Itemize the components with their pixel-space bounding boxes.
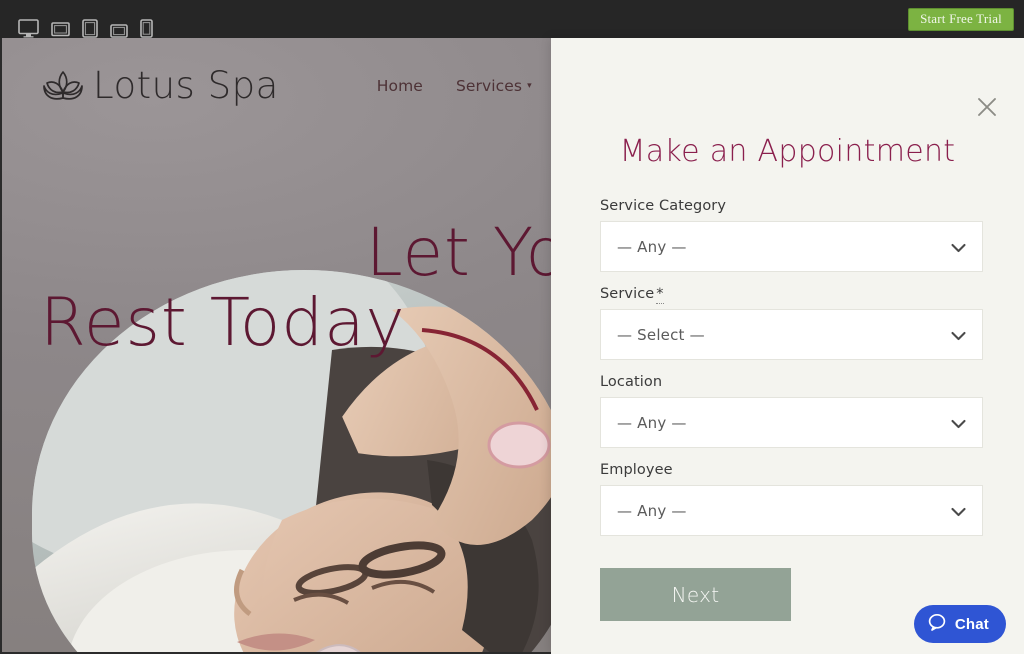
appointment-form: Service Category — Any — Service * — Sele… xyxy=(600,198,983,621)
chat-label: Chat xyxy=(954,615,989,633)
next-button[interactable]: Next xyxy=(600,568,791,621)
chevron-down-icon xyxy=(951,416,966,434)
site-logo-text: Lotus Spa xyxy=(93,63,279,107)
location-select[interactable]: — Any — xyxy=(600,397,983,448)
nav-item-services-label: Services xyxy=(455,76,523,95)
app-screen: Start Free Trial Lotus Spa Home Services… xyxy=(0,0,1024,654)
device-preview-group xyxy=(0,0,153,38)
appointment-panel: Make an Appointment Service Category — A… xyxy=(551,38,1024,654)
desktop-preview-icon[interactable] xyxy=(18,19,39,38)
field-service-category: Service Category — Any — xyxy=(600,198,983,272)
service-category-value: — Any — xyxy=(617,237,687,256)
employee-label: Employee xyxy=(600,462,983,478)
service-category-label: Service Category xyxy=(600,198,983,214)
chevron-down-icon: ▾ xyxy=(527,81,532,91)
laptop-preview-icon[interactable] xyxy=(51,21,70,38)
chat-bubble-icon xyxy=(927,612,947,637)
employee-value: — Any — xyxy=(617,501,687,520)
employee-select[interactable]: — Any — xyxy=(600,485,983,536)
chevron-down-icon xyxy=(951,504,966,522)
service-label-text: Service xyxy=(600,286,655,302)
mobile-preview-icon[interactable] xyxy=(140,19,153,38)
chevron-down-icon xyxy=(951,328,966,346)
service-select[interactable]: — Select — xyxy=(600,309,983,360)
preview-toolbar: Start Free Trial xyxy=(0,0,1024,38)
location-label-text: Location xyxy=(600,374,663,390)
chat-widget-button[interactable]: Chat xyxy=(913,605,1006,643)
lotus-icon xyxy=(42,66,84,106)
close-icon[interactable] xyxy=(974,94,1000,120)
chevron-down-icon xyxy=(951,240,966,258)
service-label: Service * xyxy=(600,286,983,304)
service-category-select[interactable]: — Any — xyxy=(600,221,983,272)
field-employee: Employee — Any — xyxy=(600,462,983,536)
panel-title: Make an Appointment xyxy=(619,134,956,169)
employee-label-text: Employee xyxy=(600,462,673,478)
tablet-landscape-preview-icon[interactable] xyxy=(110,24,128,38)
nav-item-home-label: Home xyxy=(376,76,423,95)
field-location: Location — Any — xyxy=(600,374,983,448)
service-value: — Select — xyxy=(617,325,705,344)
nav-item-services[interactable]: Services ▾ xyxy=(456,77,532,95)
start-free-trial-button[interactable]: Start Free Trial xyxy=(908,8,1014,31)
field-service: Service * — Select — xyxy=(600,286,983,360)
site-logo[interactable]: Lotus Spa xyxy=(42,63,279,107)
required-marker: * xyxy=(656,286,664,304)
nav-item-home[interactable]: Home xyxy=(377,77,423,95)
location-value: — Any — xyxy=(617,413,687,432)
location-label: Location xyxy=(600,374,983,390)
tablet-portrait-preview-icon[interactable] xyxy=(82,19,98,38)
service-category-label-text: Service Category xyxy=(600,198,727,214)
